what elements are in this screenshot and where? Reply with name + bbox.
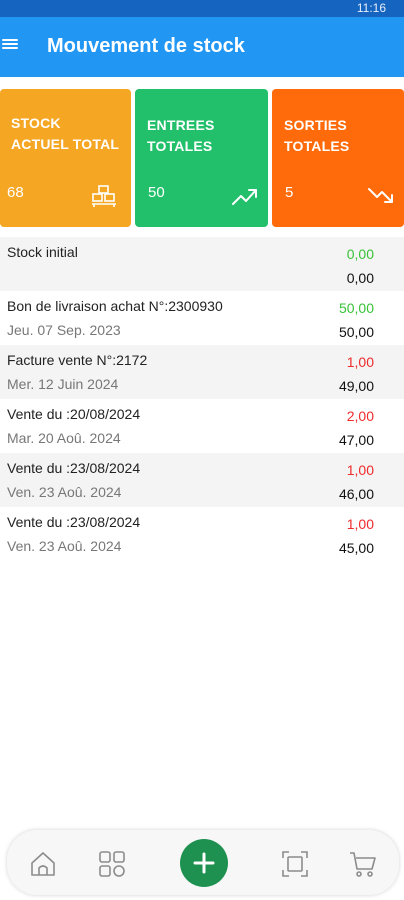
movement-balance: 49,00 [338, 378, 374, 394]
movement-quantity: 50,00 [338, 300, 374, 316]
movement-quantity: 1,00 [346, 516, 374, 532]
movement-balance: 50,00 [338, 324, 374, 340]
movement-title: Stock initial [7, 244, 78, 260]
movement-balance: 46,00 [338, 486, 374, 502]
page-title: Mouvement de stock [47, 35, 245, 57]
bottom-navigation [7, 830, 399, 895]
entries-total-card[interactable]: ENTREES TOTALES 50 [135, 89, 268, 227]
grid-icon[interactable] [98, 850, 126, 878]
add-icon [193, 852, 215, 874]
exits-total-card[interactable]: SORTIES TOTALES 5 [272, 89, 404, 227]
scan-icon[interactable] [281, 850, 309, 878]
list-item[interactable]: Vente du :23/08/2024 Ven. 23 Aoû. 2024 1… [0, 453, 404, 507]
list-item[interactable]: Vente du :20/08/2024 Mar. 20 Aoû. 2024 2… [0, 399, 404, 453]
movement-title: Facture vente N°:2172 [7, 352, 148, 368]
status-time: 11:16 [356, 1, 386, 15]
exits-total-value: 5 [285, 184, 294, 201]
movement-quantity: 2,00 [346, 408, 374, 424]
movement-title: Vente du :20/08/2024 [7, 406, 141, 422]
movement-balance: 45,00 [338, 540, 374, 556]
list-item[interactable]: Bon de livraison achat N°:2300930 Jeu. 0… [0, 291, 404, 345]
app-bar: Mouvement de stock [0, 17, 404, 77]
stock-total-label: STOCK ACTUEL TOTAL [11, 115, 120, 152]
cart-icon[interactable] [349, 850, 377, 878]
trending-up-icon [232, 189, 257, 205]
entries-total-value: 50 [148, 184, 165, 201]
movement-date: Jeu. 07 Sep. 2023 [7, 322, 121, 338]
trending-down-icon [368, 188, 393, 203]
movement-title: Bon de livraison achat N°:2300930 [7, 298, 223, 314]
movement-date: Mar. 20 Aoû. 2024 [7, 430, 121, 446]
entries-total-label: ENTREES TOTALES [147, 117, 215, 154]
movement-quantity: 1,00 [346, 354, 374, 370]
movement-quantity: 1,00 [346, 462, 374, 478]
movement-date: Mer. 12 Juin 2024 [7, 376, 119, 392]
home-icon[interactable] [29, 850, 57, 878]
list-item[interactable]: Vente du :23/08/2024 Ven. 23 Aoû. 2024 1… [0, 507, 404, 561]
list-item[interactable]: Stock initial 0,00 0,00 [0, 237, 404, 291]
movement-title: Vente du :23/08/2024 [7, 514, 141, 530]
movement-title: Vente du :23/08/2024 [7, 460, 141, 476]
exits-total-label: SORTIES TOTALES [284, 117, 350, 154]
status-bar: 11:16 [0, 0, 404, 17]
movement-date: Ven. 23 Aoû. 2024 [7, 484, 122, 500]
movement-balance: 0,00 [346, 270, 374, 286]
add-button[interactable] [180, 839, 228, 887]
movement-quantity: 0,00 [346, 246, 374, 262]
list-item[interactable]: Facture vente N°:2172 Mer. 12 Juin 2024 … [0, 345, 404, 399]
boxes-icon [92, 185, 116, 207]
movement-list: Stock initial 0,00 0,00 Bon de livraison… [0, 237, 404, 561]
hamburger-menu-icon[interactable] [2, 37, 18, 53]
movement-date: Ven. 23 Aoû. 2024 [7, 538, 122, 554]
movement-balance: 47,00 [338, 432, 374, 448]
stock-total-value: 68 [7, 184, 24, 201]
stock-total-card[interactable]: STOCK ACTUEL TOTAL 68 [0, 89, 131, 227]
